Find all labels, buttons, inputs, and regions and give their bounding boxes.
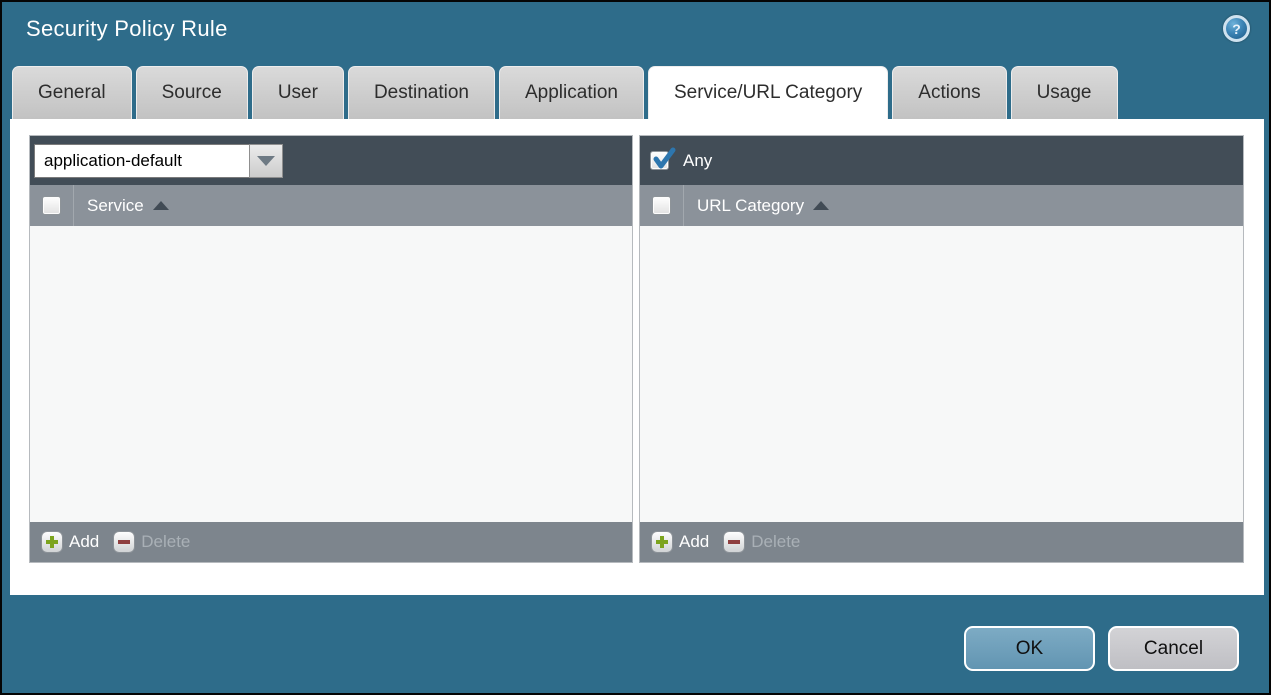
tab-label: Source xyxy=(161,82,222,103)
service-select-all-checkbox[interactable] xyxy=(42,196,61,215)
ok-button[interactable]: OK xyxy=(964,626,1095,671)
url-category-list-area[interactable] xyxy=(640,226,1243,522)
help-icon[interactable]: ? xyxy=(1223,15,1250,42)
tab-label: Actions xyxy=(918,82,981,103)
service-toolbar xyxy=(30,136,632,185)
security-policy-rule-dialog: Security Policy Rule ? General Source Us… xyxy=(0,0,1271,695)
service-list-area[interactable] xyxy=(30,226,632,522)
cancel-button[interactable]: Cancel xyxy=(1108,626,1239,671)
question-mark-glyph: ? xyxy=(1232,20,1241,37)
service-type-input[interactable] xyxy=(34,143,249,178)
add-label: Add xyxy=(679,532,710,551)
tab-label: Usage xyxy=(1036,82,1092,103)
service-footer: Add Delete xyxy=(30,522,632,562)
any-label: Any xyxy=(683,150,713,170)
service-column-label[interactable]: Service xyxy=(87,196,144,216)
dialog-title: Security Policy Rule xyxy=(26,16,228,41)
tab-label: Destination xyxy=(373,82,469,103)
url-category-toolbar: Any xyxy=(640,136,1243,185)
chevron-down-icon xyxy=(257,155,275,166)
tab-label: Application xyxy=(525,82,618,103)
tab-general[interactable]: General xyxy=(12,66,132,119)
checkmark-icon xyxy=(653,147,676,169)
service-delete-button[interactable]: Delete xyxy=(113,531,190,553)
tab-usage[interactable]: Usage xyxy=(1010,66,1118,119)
service-type-combobox xyxy=(34,143,283,178)
service-panel: Service Add Delete xyxy=(29,135,633,563)
minus-icon xyxy=(113,531,136,553)
service-add-button[interactable]: Add xyxy=(41,531,99,553)
tab-user[interactable]: User xyxy=(251,66,344,119)
tab-service-url-category[interactable]: Service/URL Category xyxy=(647,66,889,119)
select-all-cell xyxy=(640,185,684,226)
tab-label: Service/URL Category xyxy=(673,82,863,103)
ok-label: OK xyxy=(1015,637,1044,659)
url-category-add-button[interactable]: Add xyxy=(651,531,709,553)
minus-icon xyxy=(723,531,746,553)
sort-ascending-icon xyxy=(813,201,830,210)
url-category-footer: Add Delete xyxy=(640,522,1243,562)
tab-bar: General Source User Destination Applicat… xyxy=(12,66,1118,119)
tab-label: User xyxy=(277,82,318,103)
tab-source[interactable]: Source xyxy=(135,66,248,119)
url-category-select-all-checkbox[interactable] xyxy=(652,196,671,215)
plus-icon xyxy=(651,531,673,553)
plus-icon xyxy=(41,531,63,553)
cancel-label: Cancel xyxy=(1143,637,1204,659)
url-category-delete-button[interactable]: Delete xyxy=(723,531,800,553)
service-column-header: Service xyxy=(30,185,632,226)
tab-actions[interactable]: Actions xyxy=(892,66,1007,119)
url-category-column-label[interactable]: URL Category xyxy=(697,196,804,216)
tab-application[interactable]: Application xyxy=(499,66,644,119)
service-type-dropdown-button[interactable] xyxy=(249,143,283,178)
tab-label: General xyxy=(38,82,106,103)
url-category-panel: Any URL Category Add Delete xyxy=(639,135,1244,563)
select-all-cell xyxy=(30,185,74,226)
sort-ascending-icon xyxy=(152,201,169,210)
delete-label: Delete xyxy=(751,532,801,551)
delete-label: Delete xyxy=(141,532,191,551)
any-checkbox[interactable] xyxy=(650,147,676,170)
add-label: Add xyxy=(69,532,100,551)
tab-destination[interactable]: Destination xyxy=(347,66,495,119)
url-category-column-header: URL Category xyxy=(640,185,1243,226)
dialog-body: Service Add Delete xyxy=(10,119,1264,595)
any-row: Any xyxy=(640,147,713,171)
